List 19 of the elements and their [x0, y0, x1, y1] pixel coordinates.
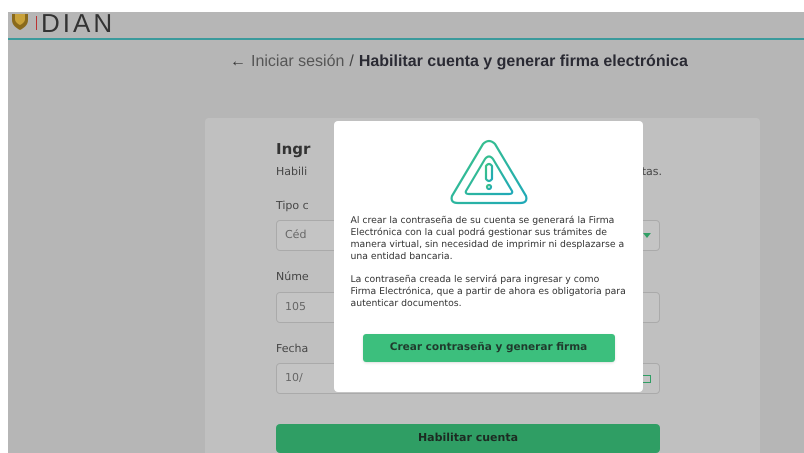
modal-paragraph: Al crear la contraseña de su cuenta se generará la Firma Electrónica con la cual podrá gestionar sus trámites de manera virtual, sin necesidad de imprimir ni desplazarse a una entidad bancaria.	[350, 215, 626, 263]
shield-emblem-icon	[10, 14, 30, 30]
field-label: Tipo c	[276, 198, 309, 214]
page-title: Habilitar cuenta y generar firma electrónica	[358, 52, 688, 72]
field-label: Fecha	[276, 340, 308, 356]
field-label: Núme	[276, 269, 309, 285]
breadcrumb-link[interactable]: Iniciar sesión	[251, 50, 344, 74]
enable-account-button[interactable]: Habilitar cuenta	[276, 424, 660, 453]
logo-text: DIAN	[41, 12, 116, 36]
back-arrow-icon[interactable]: ←	[230, 50, 246, 74]
form-title: Ingr	[276, 138, 312, 160]
form-subtitle: Habili	[276, 164, 308, 180]
calendar-icon	[642, 374, 651, 383]
form-subtitle-end: tas.	[642, 164, 662, 180]
caret-icon	[643, 233, 651, 238]
create-password-button[interactable]: Crear contraseña y generar firma	[362, 334, 614, 362]
modal-paragraph: La contraseña creada le servirá para ingresar y como Firma Electrónica, que a partir de ahora es obligatoria para autenticar documentos.	[350, 274, 626, 310]
warning-icon	[448, 139, 528, 205]
breadcrumb-separator: /	[349, 52, 354, 72]
